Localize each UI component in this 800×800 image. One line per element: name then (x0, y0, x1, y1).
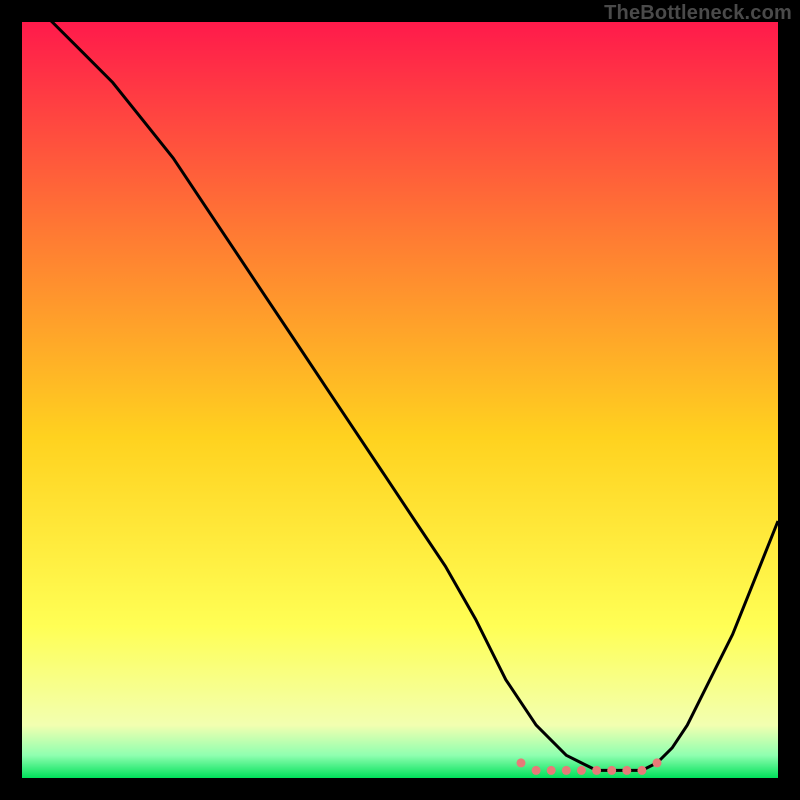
trough-dot (562, 766, 571, 775)
gradient-background (22, 22, 778, 778)
trough-dot (607, 766, 616, 775)
trough-dot (532, 766, 541, 775)
chart-frame (22, 22, 778, 778)
trough-dot (622, 766, 631, 775)
bottleneck-chart (22, 22, 778, 778)
trough-dot (577, 766, 586, 775)
trough-dot (592, 766, 601, 775)
trough-dot (637, 766, 646, 775)
trough-dot (517, 758, 526, 767)
watermark-text: TheBottleneck.com (604, 2, 792, 25)
trough-dot (547, 766, 556, 775)
trough-dot (653, 758, 662, 767)
